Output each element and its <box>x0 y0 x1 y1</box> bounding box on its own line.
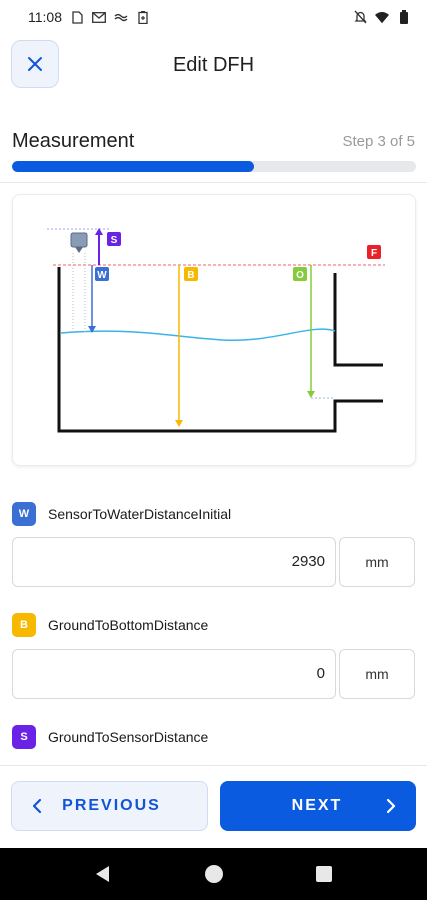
ground-to-bottom-input[interactable]: 0 <box>12 649 336 699</box>
measurement-diagram: S W B O F <box>12 194 416 466</box>
step-row: Measurement Step 3 of 5 <box>12 130 415 154</box>
sensor-device <box>70 232 88 248</box>
progress-bar <box>12 161 416 172</box>
field-row-sensor-to-water: W SensorToWaterDistanceInitial <box>12 501 231 527</box>
water-line <box>60 328 336 342</box>
battery-saver-icon <box>136 10 150 24</box>
battery-icon <box>397 10 411 24</box>
system-nav-bar <box>0 848 427 900</box>
home-icon[interactable] <box>204 864 224 884</box>
header: Edit DFH <box>0 38 427 94</box>
field-label: SensorToWaterDistanceInitial <box>48 506 232 522</box>
previous-button[interactable]: PREVIOUS <box>11 781 208 831</box>
chevron-right-icon <box>386 798 396 814</box>
wifi-icon <box>375 10 389 24</box>
recents-icon[interactable] <box>314 864 334 884</box>
w-badge: W <box>12 502 36 526</box>
bottom-action-bar: PREVIOUS NEXT <box>0 765 427 848</box>
o-label: O <box>296 270 304 281</box>
field-row-ground-to-bottom: B GroundToBottomDistance <box>12 612 208 638</box>
gmail-icon <box>92 10 106 24</box>
field-label: GroundToBottomDistance <box>48 617 209 633</box>
tank-right-wall <box>333 273 383 367</box>
w-label: W <box>97 270 107 281</box>
s-label: S <box>111 235 118 246</box>
status-time: 11:08 <box>28 9 62 25</box>
unit-selector[interactable]: mm <box>339 537 415 587</box>
section-title: Measurement <box>12 130 135 152</box>
next-label: NEXT <box>291 797 343 814</box>
status-bar: 11:08 <box>0 0 427 34</box>
s-badge: S <box>12 725 36 749</box>
page-title: Edit DFH <box>172 54 255 76</box>
next-button[interactable]: NEXT <box>220 781 416 831</box>
diagram-svg: S W B O F <box>47 228 385 433</box>
cast-icon <box>114 10 128 24</box>
notifications-off-icon <box>353 10 367 24</box>
b-badge: B <box>12 613 36 637</box>
back-icon[interactable] <box>93 864 113 884</box>
field-row-ground-to-sensor: S GroundToSensorDistance <box>12 724 208 750</box>
sim-card-icon <box>70 10 84 24</box>
progress-fill <box>12 161 255 172</box>
sensor-to-water-input[interactable]: 2930 <box>12 537 336 587</box>
divider <box>0 182 427 183</box>
f-label: F <box>371 248 377 259</box>
b-label: B <box>187 270 194 281</box>
chevron-left-icon <box>32 798 42 814</box>
step-label: Step 3 of 5 <box>342 133 415 150</box>
unit-selector[interactable]: mm <box>339 649 415 699</box>
field-label: GroundToSensorDistance <box>48 729 209 745</box>
sensor-tip <box>75 247 83 253</box>
previous-label: PREVIOUS <box>62 797 161 814</box>
